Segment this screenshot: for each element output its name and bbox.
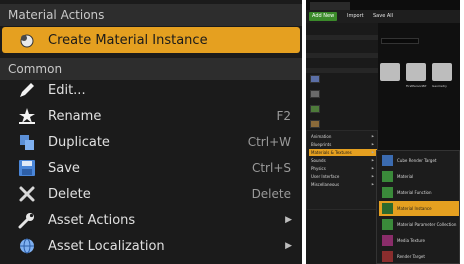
flyout-item[interactable]: Cube Render Target (379, 153, 459, 168)
context-menu: Material Actions Create Material Instanc… (0, 0, 302, 264)
flyout-item[interactable]: Render Target (379, 249, 459, 264)
menu-item-save-label: Save (48, 160, 80, 176)
menu-item-rename-shortcut: F2 (276, 109, 291, 123)
menu-item-delete-label: Delete (48, 186, 91, 202)
submenu-item-materials[interactable]: Materials & Textures ▶ (309, 149, 377, 156)
asset-type-icon (382, 187, 393, 198)
chevron-right-icon: ▶ (371, 150, 374, 154)
submenu-item[interactable]: Animation ▶ (309, 133, 377, 140)
asset-type-icon (382, 219, 393, 230)
menu-item-save[interactable]: Save Ctrl+S (2, 155, 300, 181)
submenu-item[interactable]: Sounds ▶ (309, 157, 377, 164)
chevron-right-icon: ▶ (371, 174, 374, 178)
asset-type-icon (382, 235, 393, 246)
editor-tab-bar (306, 0, 460, 10)
menu-item-edit[interactable]: Edit... (2, 77, 300, 103)
import-button[interactable]: Import (344, 12, 367, 21)
add-new-submenu: Animation ▶ Blueprints ▶ Materials & Textu… (306, 130, 378, 210)
section-header-material-actions: Material Actions (0, 4, 302, 26)
add-new-button[interactable]: Add New (309, 12, 338, 21)
tab-content-browser[interactable] (310, 2, 350, 10)
chevron-right-icon: ▶ (285, 241, 292, 251)
menu-item-rename[interactable]: Rename F2 (2, 103, 300, 129)
asset-thumbnail[interactable] (310, 105, 320, 113)
flyout-item[interactable]: Media Texture (379, 233, 459, 248)
submenu-item[interactable]: Physics ▶ (309, 165, 377, 172)
asset-thumbnail[interactable] (310, 75, 320, 83)
submenu-item[interactable]: Blueprints ▶ (309, 141, 377, 148)
material-instance-icon (18, 31, 36, 49)
x-delete-icon (18, 185, 36, 203)
pencil-icon (18, 81, 36, 99)
wrench-icon (18, 211, 36, 229)
menu-item-asset-actions[interactable]: Asset Actions ▶ (2, 207, 300, 233)
menu-item-duplicate-shortcut: Ctrl+W (247, 135, 291, 149)
flyout-item-material-instance[interactable]: Material Instance (379, 201, 459, 216)
menu-item-asset-localization-label: Asset Localization (48, 238, 165, 254)
asset-type-icon (382, 171, 393, 182)
panel-section-header (306, 53, 378, 58)
save-all-button[interactable]: Save All (370, 12, 396, 21)
folder-icon[interactable] (380, 63, 400, 81)
menu-item-asset-localization[interactable]: Asset Localization ▶ (2, 233, 300, 259)
asset-type-icon (382, 155, 393, 166)
search-input[interactable] (381, 38, 419, 44)
editor-screenshot: Add New Import Save All FirstPersonBP Ge… (306, 0, 460, 264)
menu-item-asset-actions-label: Asset Actions (48, 212, 136, 228)
submenu-item[interactable]: User Interface ▶ (309, 173, 377, 180)
chevron-right-icon: ▶ (371, 158, 374, 162)
asset-type-icon (382, 251, 393, 262)
flyout-item[interactable]: Material Parameter Collection (379, 217, 459, 232)
submenu-item[interactable]: Miscellaneous ▶ (309, 181, 377, 188)
asset-type-icon (382, 203, 393, 214)
materials-flyout: Cube Render Target Material Material Fun… (376, 150, 460, 264)
asset-thumbnail[interactable] (310, 120, 320, 128)
create-material-instance-item[interactable]: Create Material Instance (2, 27, 300, 53)
folder-icon[interactable] (432, 63, 452, 81)
menu-item-duplicate-label: Duplicate (48, 134, 110, 150)
duplicate-icon (18, 133, 36, 151)
menu-item-delete[interactable]: Delete Delete (2, 181, 300, 207)
panel-section-header (306, 68, 378, 73)
globe-icon (18, 237, 36, 255)
flyout-item[interactable]: Material Function (379, 185, 459, 200)
asset-thumbnail[interactable] (310, 90, 320, 98)
menu-item-rename-label: Rename (48, 108, 102, 124)
menu-item-edit-label: Edit... (48, 82, 86, 98)
create-material-instance-label: Create Material Instance (48, 32, 208, 48)
folder-label: Geometry (432, 84, 447, 88)
menu-item-delete-shortcut: Delete (251, 187, 291, 201)
chevron-right-icon: ▶ (371, 134, 374, 138)
flyout-item[interactable]: Material (379, 169, 459, 184)
folder-icon[interactable] (406, 63, 426, 81)
folder-label: FirstPersonBP (406, 84, 427, 88)
chevron-right-icon: ▶ (371, 142, 374, 146)
chevron-right-icon: ▶ (371, 182, 374, 186)
menu-item-save-shortcut: Ctrl+S (251, 161, 291, 175)
menu-item-duplicate[interactable]: Duplicate Ctrl+W (2, 129, 300, 155)
floppy-disk-icon (18, 159, 36, 177)
panel-section-header (306, 35, 378, 40)
chevron-right-icon: ▶ (371, 166, 374, 170)
star-rename-icon (18, 107, 36, 125)
chevron-right-icon: ▶ (285, 215, 292, 225)
